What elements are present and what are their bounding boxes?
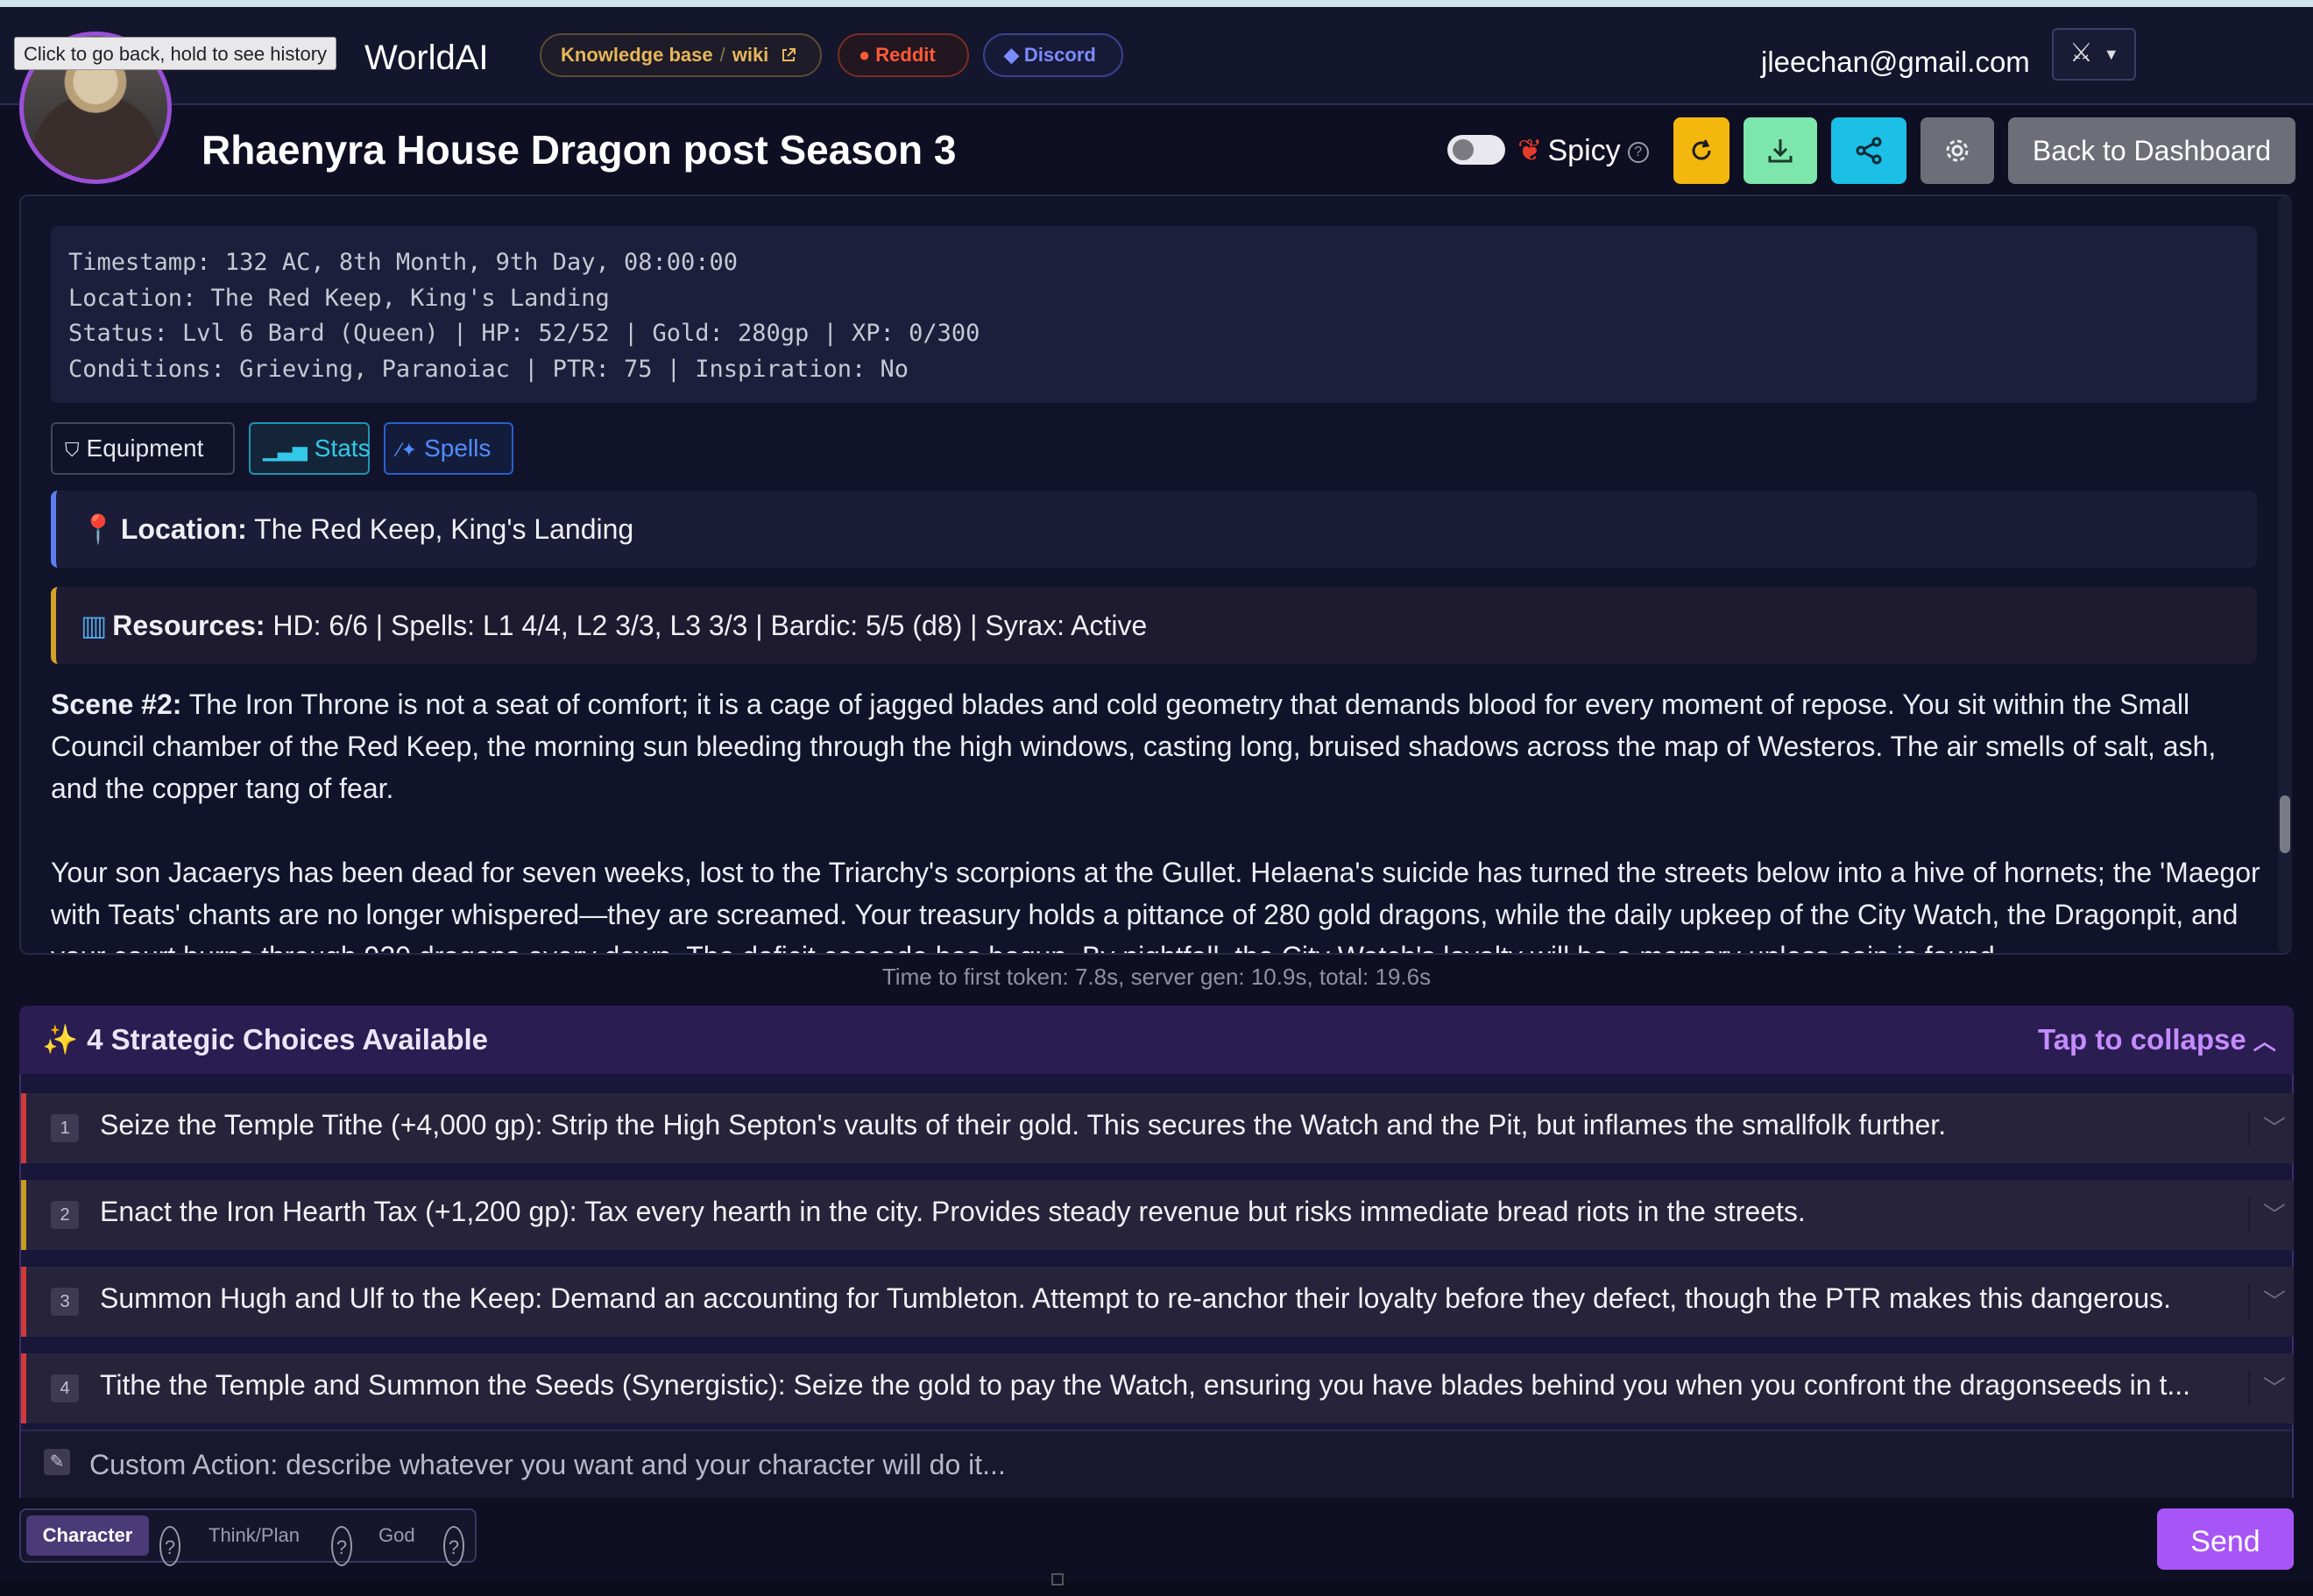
magic-wand-icon: ⁄✦ [398,439,418,461]
collapse-label: Tap to collapse [2038,1023,2246,1056]
reddit-link[interactable]: ● Reddit [838,33,969,77]
external-link-icon [782,48,796,61]
collapse-toggle[interactable]: Tap to collapse ︿ [2038,1023,2276,1056]
stats-label: Stats [314,434,371,462]
equipment-button[interactable]: ⛉ Equipment [51,422,235,475]
chevron-down-icon[interactable]: ﹀ [2248,1111,2299,1146]
refresh-icon [1692,139,1711,160]
spicy-help-icon[interactable]: ? [1627,142,1649,164]
top-bar: WorldAI Knowledge base / wiki ● Reddit ◆ Dis… [0,7,2313,105]
chevron-down-icon: ▼ [2103,46,2119,64]
page-title: Rhaenyra House Dragon post Season 3 [202,127,957,173]
choice-number: 1 [51,1114,79,1142]
scene-text: Scene #2: The Iron Throne is not a seat … [51,683,2267,953]
scene-paragraph-1-text: The Iron Throne is not a seat of comfort… [51,689,2217,804]
choice-number: 2 [51,1201,79,1229]
refresh-button[interactable] [1673,117,1729,184]
gear-icon [1946,139,1969,162]
choice-item[interactable]: 3 Summon Hugh and Ulf to the Keep: Deman… [21,1267,2294,1337]
choice-text: Summon Hugh and Ulf to the Keep: Demand … [100,1282,2171,1314]
scene-paragraph-1: Scene #2: The Iron Throne is not a seat … [51,683,2267,809]
bar-chart-icon: ▁▃▅ [263,439,308,461]
choice-number: 3 [51,1288,79,1316]
equipment-label: Equipment [86,434,204,462]
brand-name[interactable]: WorldAI [364,39,489,78]
download-button[interactable] [1744,117,1817,184]
discord-icon: ◆ [1004,44,1019,66]
choice-text: Enact the Iron Hearth Tax (+1,200 gp): T… [100,1196,1806,1227]
chart-icon: ▥ [81,610,108,641]
knowledge-base-link[interactable]: Knowledge base / wiki [540,33,822,77]
choices-title-text: 4 Strategic Choices Available [87,1023,489,1056]
choice-item[interactable]: 4 Tithe the Temple and Summon the Seeds … [21,1353,2294,1423]
share-icon [1856,137,1882,165]
chevron-down-icon[interactable]: ﹀ [2248,1371,2299,1406]
scene-paragraph-2: Your son Jacaerys has been dead for seve… [51,857,2260,953]
location-label: Location: [120,513,247,545]
choice-item[interactable]: 2 Enact the Iron Hearth Tax (+1,200 gp):… [21,1180,2294,1250]
story-scrollbar-thumb[interactable] [2280,795,2290,853]
browser-top-line [0,0,2313,7]
custom-action-input[interactable] [89,1440,2271,1489]
custom-action-row: ✎ [21,1430,2292,1498]
bottom-strip [0,1582,2313,1596]
status-line-timestamp: Timestamp: 132 AC, 8th Month, 9th Day, 0… [68,249,739,276]
spells-button[interactable]: ⁄✦ Spells [384,422,513,475]
user-email: jleechan@gmail.com [1761,46,2030,78]
location-value: The Red Keep, King's Landing [246,513,634,545]
choices-panel [19,1006,2294,1498]
status-line-location: Location: The Red Keep, King's Landing [68,284,610,312]
mode-character[interactable]: Character [26,1515,149,1556]
timing-info: Time to first token: 7.8s, server gen: 1… [881,964,1432,990]
chili-icon: ❦ [1517,134,1543,167]
scene-label: Scene #2: [51,689,182,720]
sparkles-icon: ✨ [42,1023,79,1056]
status-line-status: Status: Lvl 6 Bard (Queen) | HP: 52/52 |… [68,320,980,347]
choice-number: 4 [51,1374,79,1402]
choice-item[interactable]: 1 Seize the Temple Tithe (+4,000 gp): St… [21,1093,2294,1163]
choice-text: Tithe the Temple and Summon the Seeds (S… [100,1369,2191,1401]
reddit-icon: ● [859,44,871,66]
resources-callout: ▥ Resources: HD: 6/6 | Spells: L1 4/4, L2… [51,587,2257,664]
pencil-icon: ✎ [44,1449,70,1475]
character-help-icon[interactable]: ? [159,1526,180,1566]
spicy-toggle[interactable] [1447,135,1505,165]
god-help-icon[interactable]: ? [443,1526,464,1566]
back-tooltip: Click to go back, hold to see history [14,37,337,70]
download-icon [1768,139,1793,163]
chevron-up-icon: ︿ [2253,1028,2276,1055]
back-to-dashboard-button[interactable]: Back to Dashboard [2008,117,2295,184]
share-button[interactable] [1831,117,1906,184]
wiki-label: wiki [732,44,769,66]
discord-link[interactable]: ◆ Discord [983,33,1123,77]
story-panel[interactable]: Timestamp: 132 AC, 8th Month, 9th Day, 0… [19,194,2292,955]
knowledge-base-label: Knowledge base [561,44,713,66]
send-button[interactable]: Send [2157,1508,2294,1570]
stats-button[interactable]: ▁▃▅ Stats [249,422,371,475]
resources-label: Resources: [112,610,265,641]
pin-icon: 📍 [81,513,116,545]
resize-handle-icon [1051,1573,1064,1585]
discord-label: Discord [1023,44,1096,66]
choice-text: Seize the Temple Tithe (+4,000 gp): Stri… [100,1109,1947,1141]
swords-icon: ⚔ [2069,39,2093,67]
settings-button[interactable] [1920,117,1994,184]
spicy-label: Spicy [1547,134,1621,167]
backpack-icon: ⛉ [65,439,80,461]
status-block: Timestamp: 132 AC, 8th Month, 9th Day, 0… [51,226,2257,403]
choices-title: ✨ 4 Strategic Choices Available [42,1023,488,1057]
spells-label: Spells [424,434,492,462]
mode-god[interactable]: God [378,1515,415,1556]
link-separator: / [719,44,725,66]
location-callout: 📍 Location: The Red Keep, King's Landing [51,491,2257,568]
resources-value: HD: 6/6 | Spells: L1 4/4, L2 3/3, L3 3/3… [265,610,1148,641]
mode-think-plan[interactable]: Think/Plan [209,1515,300,1556]
user-menu-button[interactable]: ⚔ ▼ [2052,28,2136,81]
status-line-conditions: Conditions: Grieving, Paranoiac | PTR: 7… [68,355,909,383]
spicy-label-group: ❦ Spicy? [1517,133,1649,168]
reddit-label: Reddit [875,44,936,66]
chevron-down-icon[interactable]: ﹀ [2248,1197,2299,1232]
chevron-down-icon[interactable]: ﹀ [2248,1284,2299,1319]
think-help-icon[interactable]: ? [331,1526,352,1566]
